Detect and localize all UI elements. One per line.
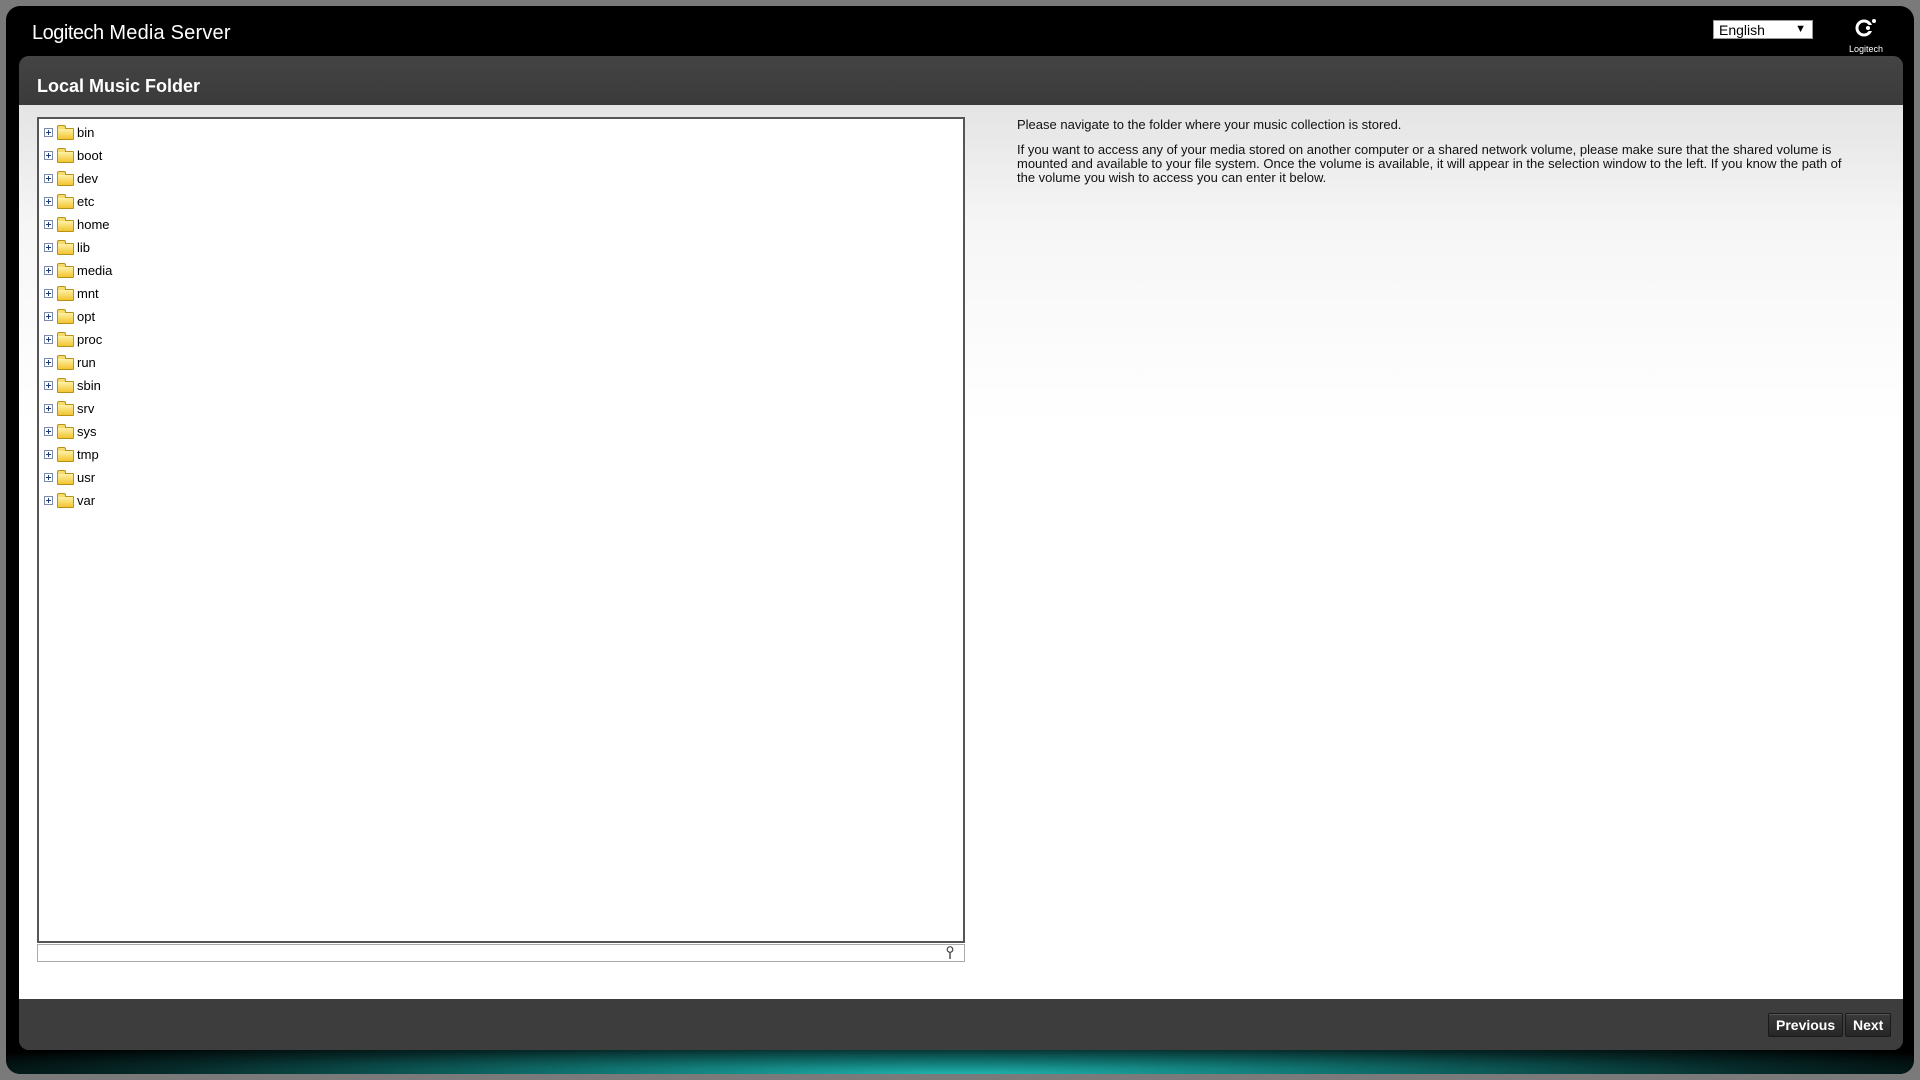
folder-icon	[57, 148, 74, 163]
language-select[interactable]: English ▼	[1713, 20, 1813, 39]
app-title: Logitech Media Server	[32, 22, 231, 45]
tree-item-label: opt	[77, 308, 96, 324]
tree-item-sbin[interactable]: sbin	[43, 374, 963, 397]
path-input[interactable]	[37, 944, 965, 962]
title-bar: Local Music Folder	[19, 56, 1903, 105]
app-window: Logitech Media Server English ▼ Logitech…	[6, 6, 1914, 1074]
pin-icon[interactable]	[945, 946, 955, 960]
tree-item-dev[interactable]: dev	[43, 167, 963, 190]
tree-item-label: media	[77, 262, 113, 278]
expand-plus-icon[interactable]	[44, 289, 53, 298]
tree-item-label: dev	[77, 170, 98, 186]
folder-icon	[57, 493, 74, 508]
tree-item-label: tmp	[77, 446, 99, 462]
tree-item-label: proc	[77, 331, 103, 347]
tree-item-label: home	[77, 216, 110, 232]
tree-item-label: mnt	[77, 285, 99, 301]
help-paragraph-2: If you want to access any of your media …	[1017, 142, 1842, 185]
tree-item-boot[interactable]: boot	[43, 144, 963, 167]
language-selected: English	[1719, 22, 1765, 38]
next-button[interactable]: Next	[1845, 1013, 1892, 1037]
tree-item-label: lib	[77, 239, 91, 255]
product-name: Media Server	[109, 22, 231, 44]
tree-item-srv[interactable]: srv	[43, 397, 963, 420]
expand-plus-icon[interactable]	[44, 496, 53, 505]
folder-icon	[57, 240, 74, 255]
tree-item-tmp[interactable]: tmp	[43, 443, 963, 466]
content-area: bin boot dev etc home lib media mnt opt proc run sb…	[19, 105, 1903, 999]
expand-plus-icon[interactable]	[44, 450, 53, 459]
tree-item-label: var	[77, 492, 96, 508]
expand-plus-icon[interactable]	[44, 243, 53, 252]
folder-list: bin boot dev etc home lib media mnt opt proc run sb…	[39, 119, 963, 512]
folder-icon	[57, 171, 74, 186]
folder-icon	[57, 194, 74, 209]
tree-item-proc[interactable]: proc	[43, 328, 963, 351]
tree-item-usr[interactable]: usr	[43, 466, 963, 489]
header: Logitech Media Server English ▼ Logitech	[6, 6, 1914, 56]
folder-tree[interactable]: bin boot dev etc home lib media mnt opt proc run sb…	[37, 117, 965, 943]
logo-text: Logitech	[1848, 44, 1884, 54]
folder-icon	[57, 447, 74, 462]
tree-item-opt[interactable]: opt	[43, 305, 963, 328]
tree-item-var[interactable]: var	[43, 489, 963, 512]
folder-icon	[57, 355, 74, 370]
folder-icon	[57, 286, 74, 301]
folder-icon	[57, 125, 74, 140]
folder-icon	[57, 470, 74, 485]
expand-plus-icon[interactable]	[44, 151, 53, 160]
expand-plus-icon[interactable]	[44, 220, 53, 229]
expand-plus-icon[interactable]	[44, 197, 53, 206]
tree-item-home[interactable]: home	[43, 213, 963, 236]
expand-plus-icon[interactable]	[44, 427, 53, 436]
logitech-mark-icon	[1842, 16, 1890, 43]
tree-item-lib[interactable]: lib	[43, 236, 963, 259]
expand-plus-icon[interactable]	[44, 174, 53, 183]
expand-plus-icon[interactable]	[44, 404, 53, 413]
folder-icon	[57, 332, 74, 347]
expand-plus-icon[interactable]	[44, 312, 53, 321]
tree-item-label: usr	[77, 469, 96, 485]
folder-icon	[57, 309, 74, 324]
page-title: Local Music Folder	[37, 76, 201, 96]
expand-plus-icon[interactable]	[44, 128, 53, 137]
previous-button[interactable]: Previous	[1768, 1013, 1844, 1037]
expand-plus-icon[interactable]	[44, 266, 53, 275]
tree-item-bin[interactable]: bin	[43, 121, 963, 144]
folder-icon	[57, 263, 74, 278]
tree-item-label: etc	[77, 193, 95, 209]
tree-item-media[interactable]: media	[43, 259, 963, 282]
wizard-panel: Local Music Folder bin boot dev etc home lib m…	[19, 56, 1903, 1050]
tree-item-label: run	[77, 354, 96, 370]
expand-plus-icon[interactable]	[44, 335, 53, 344]
expand-plus-icon[interactable]	[44, 473, 53, 482]
expand-plus-icon[interactable]	[44, 358, 53, 367]
logitech-logo: Logitech	[1842, 16, 1890, 56]
tree-item-sys[interactable]: sys	[43, 420, 963, 443]
tree-item-run[interactable]: run	[43, 351, 963, 374]
expand-plus-icon[interactable]	[44, 381, 53, 390]
folder-icon	[57, 424, 74, 439]
help-text: Please navigate to the folder where your…	[1017, 118, 1847, 196]
tree-item-label: srv	[77, 400, 95, 416]
dropdown-arrow-icon: ▼	[1795, 23, 1806, 35]
help-paragraph-1: Please navigate to the folder where your…	[1017, 117, 1402, 132]
wizard-footer: Previous Next	[19, 999, 1903, 1050]
folder-icon	[57, 217, 74, 232]
tree-item-label: sbin	[77, 377, 101, 393]
brand-name: Logitech	[32, 22, 104, 44]
tree-item-label: sys	[77, 423, 97, 439]
tree-item-label: boot	[77, 147, 103, 163]
tree-item-label: bin	[77, 124, 95, 140]
folder-icon	[57, 378, 74, 393]
tree-item-etc[interactable]: etc	[43, 190, 963, 213]
tree-item-mnt[interactable]: mnt	[43, 282, 963, 305]
folder-icon	[57, 401, 74, 416]
